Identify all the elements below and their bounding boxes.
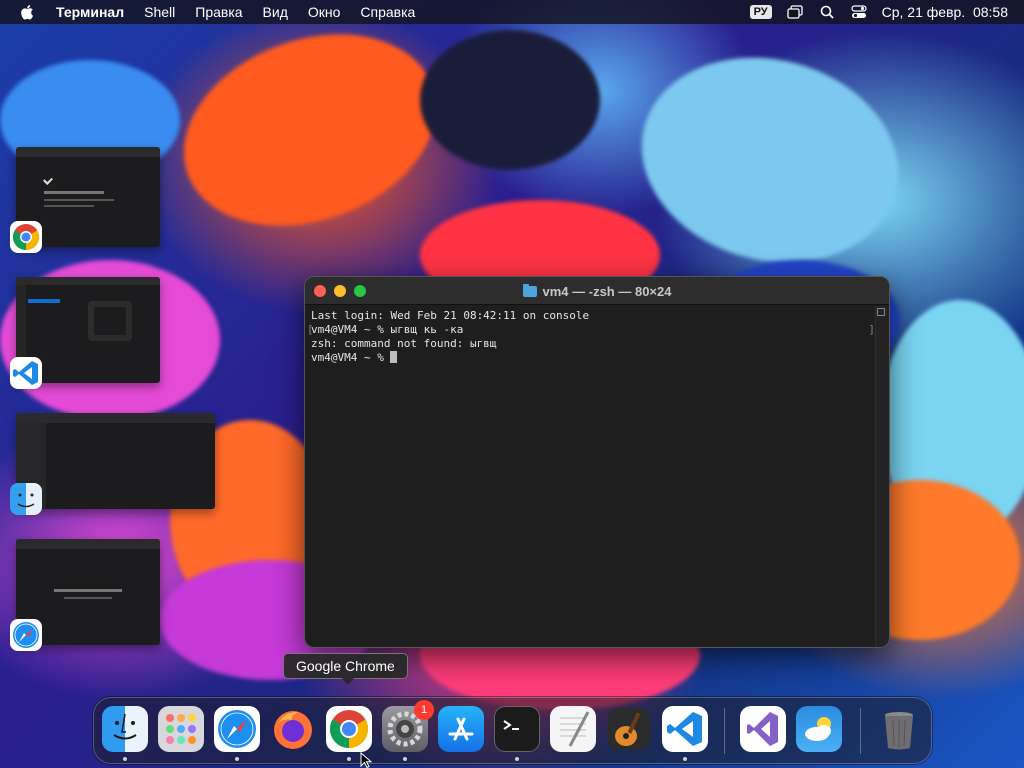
- dock-trash-icon[interactable]: [876, 706, 922, 752]
- terminal-line: Last login: Wed Feb 21 08:42:11 on conso…: [311, 309, 590, 322]
- thumbnail-text-line: [44, 191, 104, 194]
- terminal-prompt: vm4@VM4 ~ %: [311, 351, 391, 364]
- dock-launchpad-icon[interactable]: [158, 706, 204, 752]
- menu-help[interactable]: Справка: [360, 4, 415, 20]
- terminal-prompt-line: vm4@VM4 ~ %: [311, 351, 883, 365]
- window-maximize-button[interactable]: [354, 284, 366, 297]
- dock-tooltip: Google Chrome: [283, 653, 408, 685]
- running-indicator: [235, 757, 239, 761]
- wallpaper-shape: [618, 29, 922, 291]
- menu-clock[interactable]: Ср, 21 февр. 08:58: [882, 4, 1008, 20]
- terminal-window[interactable]: vm4 — -zsh — 80×24 [ ] Last login: Wed F…: [304, 276, 890, 648]
- text-cursor: [390, 351, 398, 363]
- menu-shell[interactable]: Shell: [144, 4, 175, 20]
- dock-system-settings-icon[interactable]: 1: [382, 700, 434, 752]
- running-indicator: [515, 757, 519, 761]
- checkmark-icon: [43, 175, 53, 185]
- dock-app-store-icon[interactable]: [438, 706, 484, 752]
- dock-chrome-icon[interactable]: [326, 706, 372, 752]
- window-minimize-button[interactable]: [334, 284, 346, 297]
- input-source-indicator[interactable]: РУ: [749, 5, 772, 19]
- dock-terminal-icon[interactable]: [494, 706, 540, 752]
- tooltip-text: Google Chrome: [296, 658, 395, 674]
- notification-badge: 1: [414, 700, 434, 720]
- vscode-icon[interactable]: [10, 357, 42, 389]
- thumbnail-text-line: [44, 199, 114, 201]
- wallpaper-shape: [420, 30, 600, 170]
- dock-weather-icon[interactable]: [796, 706, 842, 752]
- dock-finder-icon[interactable]: [102, 706, 148, 752]
- dock-garageband-icon[interactable]: [606, 706, 652, 752]
- terminal-line: zsh: command not found: ыгвщ: [311, 337, 497, 350]
- stage-thumbnail-finder[interactable]: [16, 413, 215, 509]
- thumbnail-button: [28, 299, 60, 303]
- finder-icon[interactable]: [10, 483, 42, 515]
- menu-window[interactable]: Окно: [308, 4, 341, 20]
- dock-firefox-icon[interactable]: [270, 706, 316, 752]
- menu-view[interactable]: Вид: [263, 4, 288, 20]
- thumbnail-titlebar: [16, 539, 160, 549]
- dock-safari-icon[interactable]: [214, 706, 260, 752]
- dock: 1: [93, 697, 932, 764]
- vscode-watermark-icon: [88, 301, 132, 341]
- dock-vscode-icon[interactable]: [662, 706, 708, 752]
- thumbnail-titlebar: [16, 413, 215, 423]
- safari-icon[interactable]: [10, 619, 42, 651]
- wallpaper-shape: [157, 0, 463, 260]
- window-close-button[interactable]: [314, 284, 326, 297]
- menu-edit[interactable]: Правка: [195, 4, 242, 20]
- running-indicator: [403, 757, 407, 761]
- apple-menu-icon[interactable]: [18, 3, 36, 21]
- chrome-icon[interactable]: [10, 221, 42, 253]
- folder-icon: [522, 283, 537, 297]
- running-indicator: [123, 757, 127, 761]
- mouse-pointer-icon: [360, 752, 373, 768]
- dock-separator: [724, 708, 725, 754]
- thumbnail-text-line: [44, 205, 94, 207]
- control-center-icon[interactable]: [850, 4, 868, 20]
- terminal-titlebar[interactable]: vm4 — -zsh — 80×24: [305, 277, 889, 305]
- running-indicator: [347, 757, 351, 761]
- running-indicator: [683, 757, 687, 761]
- menu-app-name[interactable]: Терминал: [56, 4, 124, 20]
- terminal-output[interactable]: Last login: Wed Feb 21 08:42:11 on conso…: [305, 306, 889, 647]
- thumbnail-titlebar: [16, 147, 160, 157]
- thumbnail-titlebar: [16, 277, 160, 285]
- terminal-line: vm4@VM4 ~ % ыгвщ кь -ка: [311, 323, 464, 336]
- thumbnail-text-line: [54, 589, 122, 592]
- menu-bar: Терминал Shell Правка Вид Окно Справка Р…: [0, 0, 1024, 24]
- terminal-title: vm4 — -zsh — 80×24: [542, 283, 672, 299]
- dock-visual-studio-icon[interactable]: [740, 706, 786, 752]
- spotlight-search-icon[interactable]: [818, 4, 836, 20]
- dock-textedit-icon[interactable]: [550, 706, 596, 752]
- thumbnail-text-line: [64, 597, 112, 599]
- stage-manager-icon[interactable]: [786, 4, 804, 20]
- dock-separator: [860, 708, 861, 754]
